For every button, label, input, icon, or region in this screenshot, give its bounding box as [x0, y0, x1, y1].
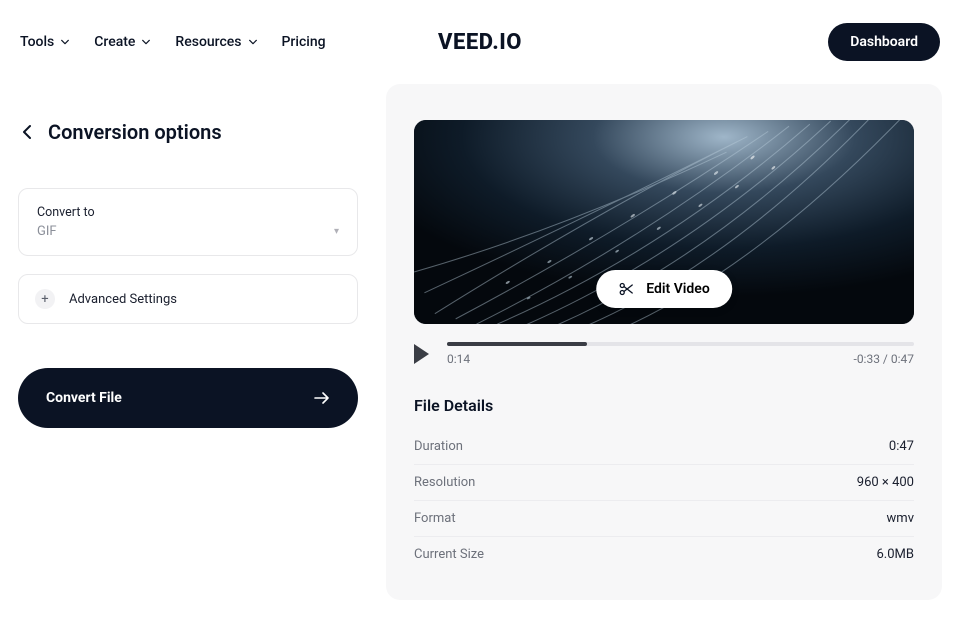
convert-button-label: Convert File [46, 390, 122, 406]
left-panel: Conversion options Convert to GIF ▾ + Ad… [18, 84, 358, 600]
convert-to-select[interactable]: GIF ▾ [37, 224, 339, 239]
edit-video-button[interactable]: Edit Video [596, 270, 732, 308]
back-row: Conversion options [18, 120, 358, 144]
page-title: Conversion options [48, 120, 222, 144]
detail-value: 6.0MB [877, 547, 915, 562]
detail-key: Current Size [414, 547, 484, 562]
chevron-down-icon [141, 37, 151, 47]
nav-pricing-label: Pricing [282, 34, 326, 50]
nav-resources[interactable]: Resources [175, 34, 257, 50]
detail-key: Duration [414, 439, 463, 454]
detail-row-format: Format wmv [414, 501, 914, 537]
detail-value: wmv [887, 511, 914, 526]
nav-pricing[interactable]: Pricing [282, 34, 326, 50]
detail-row-resolution: Resolution 960 × 400 [414, 465, 914, 501]
convert-to-value: GIF [37, 224, 57, 239]
detail-key: Format [414, 511, 456, 526]
nav-create[interactable]: Create [94, 34, 151, 50]
nav-create-label: Create [94, 34, 135, 50]
play-icon[interactable] [414, 344, 429, 364]
convert-to-card[interactable]: Convert to GIF ▾ [18, 188, 358, 256]
dashboard-button[interactable]: Dashboard [828, 23, 940, 61]
time-current: 0:14 [447, 352, 470, 366]
nav-resources-label: Resources [175, 34, 241, 50]
nav-tools[interactable]: Tools [20, 34, 70, 50]
detail-row-size: Current Size 6.0MB [414, 537, 914, 572]
advanced-settings-label: Advanced Settings [69, 292, 177, 307]
right-panel: Edit Video 0:14 -0:33 / 0:47 File Detail… [386, 84, 942, 600]
arrow-right-icon [314, 392, 330, 404]
chevron-down-icon: ▾ [334, 226, 339, 237]
file-details-title: File Details [414, 396, 914, 415]
video-preview: Edit Video [414, 120, 914, 324]
main: Conversion options Convert to GIF ▾ + Ad… [0, 84, 960, 600]
convert-file-button[interactable]: Convert File [18, 368, 358, 428]
chevron-down-icon [60, 37, 70, 47]
logo: VEED.IO [438, 30, 522, 55]
scissors-icon [618, 281, 634, 297]
advanced-settings-card[interactable]: + Advanced Settings [18, 274, 358, 324]
player-controls: 0:14 -0:33 / 0:47 [414, 342, 914, 366]
chevron-down-icon [248, 37, 258, 47]
detail-key: Resolution [414, 475, 475, 490]
convert-to-label: Convert to [37, 205, 339, 220]
topbar: Tools Create Resources Pricing VEED.IO D… [0, 0, 960, 84]
detail-value: 0:47 [889, 439, 914, 454]
detail-value: 960 × 400 [857, 475, 914, 490]
nav-tools-label: Tools [20, 34, 54, 50]
seek-slider[interactable] [447, 342, 914, 346]
edit-video-label: Edit Video [646, 281, 710, 297]
top-nav: Tools Create Resources Pricing [20, 34, 326, 50]
time-row: 0:14 -0:33 / 0:47 [447, 352, 914, 366]
back-arrow-icon[interactable] [18, 123, 36, 141]
plus-icon[interactable]: + [35, 289, 55, 309]
seek-slider-progress [447, 342, 587, 346]
detail-row-duration: Duration 0:47 [414, 429, 914, 465]
time-remaining-total: -0:33 / 0:47 [854, 352, 915, 366]
